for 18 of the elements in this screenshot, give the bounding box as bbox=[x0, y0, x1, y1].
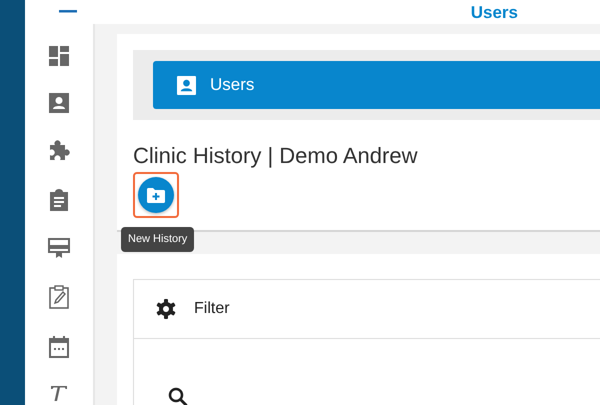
settings-icon bbox=[156, 299, 176, 320]
contact-card-icon[interactable] bbox=[49, 93, 69, 113]
filter-title: Filter bbox=[194, 299, 230, 320]
certificate-icon[interactable] bbox=[48, 238, 70, 258]
menu-icon[interactable] bbox=[59, 10, 77, 14]
puzzle-icon[interactable] bbox=[48, 140, 70, 162]
page-header-title: Users bbox=[470, 4, 518, 20]
clipboard-icon[interactable] bbox=[50, 189, 68, 211]
folder-plus-icon bbox=[147, 188, 165, 203]
page-title: Clinic History | Demo Andrew bbox=[133, 144, 418, 168]
search-icon bbox=[168, 386, 188, 405]
dashboard-icon[interactable] bbox=[49, 46, 69, 66]
clipboard-pencil-icon[interactable] bbox=[49, 285, 69, 309]
text-format-icon[interactable] bbox=[50, 385, 68, 401]
contact-card-icon bbox=[177, 76, 196, 94]
users-nav-button[interactable]: Users bbox=[153, 61, 600, 109]
calendar-icon[interactable] bbox=[49, 336, 69, 358]
tooltip: New History bbox=[121, 227, 194, 252]
